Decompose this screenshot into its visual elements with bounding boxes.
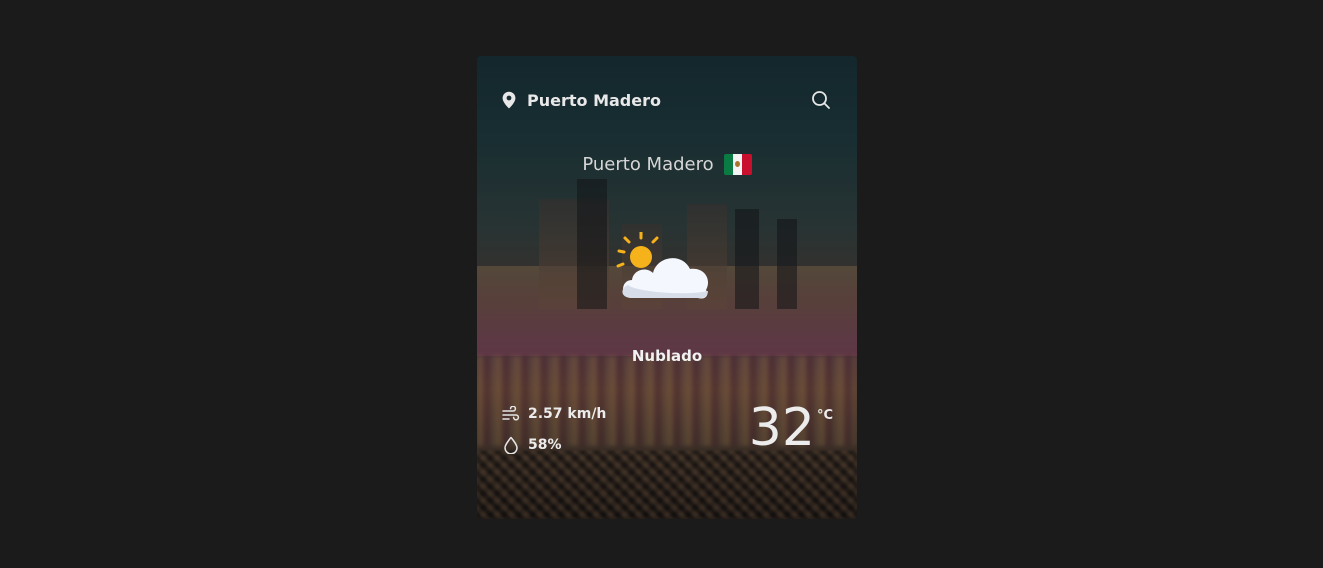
temperature-value: 32 — [748, 398, 815, 458]
search-icon — [812, 91, 830, 109]
wind-stat: 2.57 km/h — [502, 404, 606, 424]
wind-speed-value: 2.57 km/h — [528, 406, 607, 422]
map-pin-icon — [502, 91, 516, 109]
partly-cloudy-icon — [616, 232, 709, 299]
search-button[interactable] — [809, 88, 833, 112]
city-name: Puerto Madero — [582, 154, 714, 175]
droplet-icon — [504, 436, 518, 454]
temperature-display: 32 °C — [749, 402, 833, 454]
background-building — [735, 209, 759, 309]
humidity-value: 58% — [528, 437, 562, 453]
background-building — [539, 199, 609, 309]
background-building — [777, 219, 797, 309]
wind-icon — [502, 406, 520, 421]
location-selector[interactable]: Puerto Madero — [501, 91, 661, 110]
background-building — [577, 179, 607, 309]
weather-stats: 2.57 km/h 58% — [502, 404, 606, 466]
location-label: Puerto Madero — [527, 90, 661, 110]
humidity-stat: 58% — [502, 435, 606, 455]
top-bar: Puerto Madero — [501, 88, 833, 112]
weather-card: Puerto Madero Puerto Madero Nublado 2.57… — [477, 56, 857, 519]
temperature-unit: °C — [816, 408, 833, 423]
city-heading: Puerto Madero — [477, 154, 857, 175]
weather-condition: Nublado — [631, 347, 703, 365]
mexico-flag-icon — [723, 154, 752, 175]
